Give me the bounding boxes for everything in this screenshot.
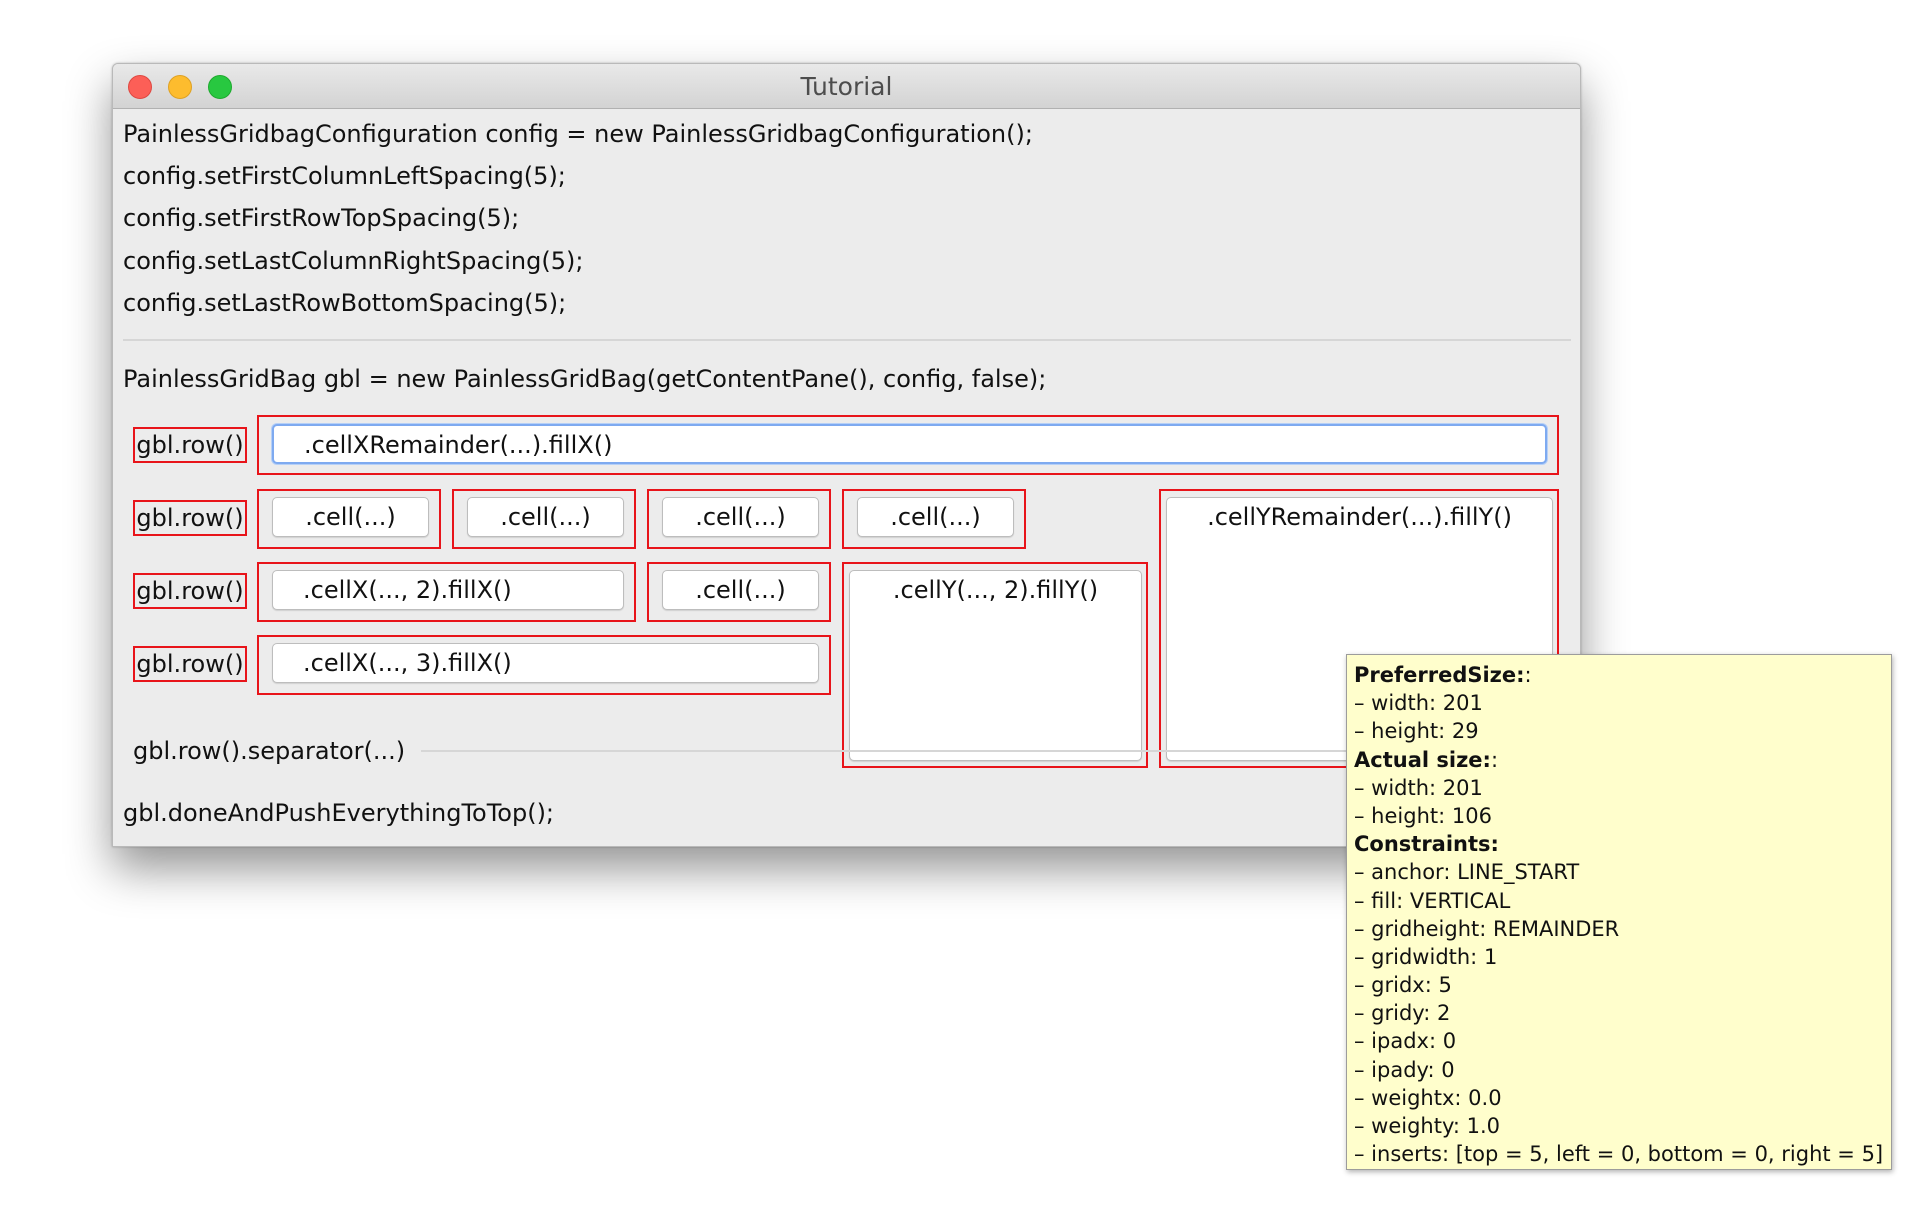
tooltip-inserts: – inserts: [top = 5, left = 0, bottom = … [1354, 1142, 1884, 1167]
tooltip-ipady: – ipady: 0 [1354, 1057, 1455, 1082]
code-line-first-column-left: config.setFirstColumnLeftSpacing(5); [123, 162, 566, 190]
tooltip-actual-height: – height: 106 [1354, 803, 1492, 828]
tooltip-constraints-heading: Constraints: [1354, 832, 1499, 857]
tooltip-gridy: – gridy: 2 [1354, 1001, 1451, 1026]
tooltip-weightx: – weightx: 0.0 [1354, 1085, 1502, 1110]
actual-size-heading: Actual size: [1354, 747, 1491, 772]
cell-x-2-fill-x-button[interactable]: .cellX(..., 2).fillX() [272, 570, 624, 610]
cell-y-2-fill-y-button[interactable]: .cellY(..., 2).fillY() [849, 570, 1142, 761]
row-label-4: gbl.row() [133, 646, 247, 682]
separator-label: gbl.row().separator(...) [133, 737, 406, 765]
row-label-2: gbl.row() [133, 500, 247, 536]
code-line-done: gbl.doneAndPushEverythingToTop(); [123, 799, 555, 827]
tooltip-ipadx: – ipadx: 0 [1354, 1029, 1457, 1054]
tooltip-gridx: – gridx: 5 [1354, 973, 1452, 998]
horizontal-separator [123, 339, 1571, 341]
cell-x-remainder-fill-x-button[interactable]: .cellXRemainder(...).fillX() [272, 424, 1547, 464]
tooltip-actual-width: – width: 201 [1354, 775, 1483, 800]
preferred-size-heading-suffix: : [1524, 663, 1532, 687]
tooltip-weighty: – weighty: 1.0 [1354, 1114, 1501, 1138]
row-label-1: gbl.row() [133, 427, 247, 463]
tooltip-actual-heading: Actual size:: [1354, 746, 1891, 774]
cell-button-r2c3[interactable]: .cell(...) [662, 497, 819, 537]
cell-button-r2c1[interactable]: .cell(...) [272, 497, 429, 537]
code-line-config: PainlessGridbagConfiguration config = ne… [123, 120, 1033, 148]
code-line-last-column-right: config.setLastColumnRightSpacing(5); [123, 247, 584, 275]
code-line-first-row-top: config.setFirstRowTopSpacing(5); [123, 204, 520, 232]
tooltip-fill: – fill: VERTICAL [1354, 888, 1511, 913]
window-title: Tutorial [800, 72, 893, 101]
tooltip-pref-width: – width: 201 [1354, 691, 1483, 716]
cell-button-r2c4[interactable]: .cell(...) [857, 497, 1014, 537]
tooltip-anchor: – anchor: LINE_START [1354, 860, 1580, 885]
row-label-3: gbl.row() [133, 573, 247, 609]
code-line-last-row-bottom: config.setLastRowBottomSpacing(5); [123, 289, 567, 317]
preferred-size-heading: PreferredSize: [1354, 663, 1525, 687]
tooltip-preferred-heading: PreferredSize:: [1354, 661, 1891, 689]
tooltip-gridwidth: – gridwidth: 1 [1354, 944, 1498, 969]
cell-button-r3c2[interactable]: .cell(...) [662, 570, 819, 610]
cell-x-3-fill-x-button[interactable]: .cellX(..., 3).fillX() [272, 643, 819, 683]
tooltip-gridheight: – gridheight: REMAINDER [1354, 916, 1620, 941]
constraints-tooltip: PreferredSize:: – width: 201 – height: 2… [1346, 654, 1892, 1170]
cell-button-r2c2[interactable]: .cell(...) [467, 497, 624, 537]
title-bar[interactable]: Tutorial [113, 64, 1580, 109]
code-line-gridbag: PainlessGridBag gbl = new PainlessGridBa… [123, 365, 1047, 393]
actual-size-heading-suffix: : [1490, 747, 1499, 772]
tooltip-pref-height: – height: 29 [1354, 719, 1479, 744]
